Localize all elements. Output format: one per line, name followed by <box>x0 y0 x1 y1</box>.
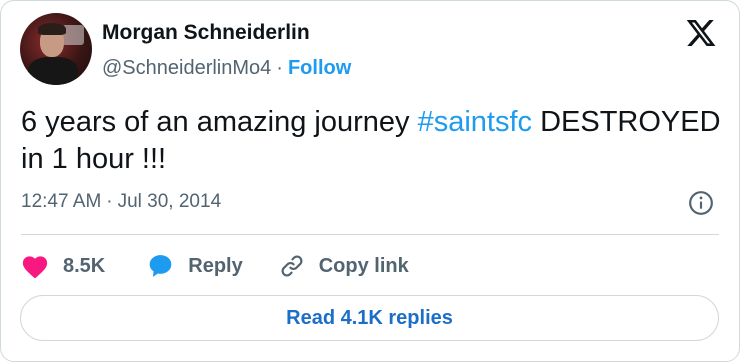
heart-icon <box>22 256 48 279</box>
link-icon <box>281 255 303 277</box>
read-replies-button[interactable]: Read 4.1K replies <box>20 295 719 341</box>
info-icon[interactable] <box>688 190 714 216</box>
avatar-hair <box>38 23 66 35</box>
author-name[interactable]: Morgan Schneiderlin <box>102 21 310 45</box>
divider <box>21 234 719 235</box>
x-logo-icon[interactable] <box>684 17 718 49</box>
avatar-body <box>28 57 78 85</box>
tweet-time: 12:47 AM <box>21 191 102 212</box>
reply-label: Reply <box>188 254 243 277</box>
like-button[interactable]: 8.5K <box>21 253 105 279</box>
avatar[interactable] <box>20 13 92 85</box>
handle-separator: · <box>276 57 283 79</box>
hashtag-link[interactable]: #saintsfc <box>418 106 532 138</box>
timestamp-separator: · <box>106 191 113 212</box>
copy-link-label: Copy link <box>318 254 409 277</box>
tweet-text-part: 6 years of an amazing journey <box>21 106 418 138</box>
tweet-timestamp[interactable]: 12:47 AM · Jul 30, 2014 <box>21 191 221 213</box>
tweet-card: Morgan Schneiderlin @SchneiderlinMo4 · Fol… <box>0 0 740 362</box>
speech-bubble-icon <box>149 255 172 277</box>
reply-button[interactable]: Reply <box>147 253 243 279</box>
author-handle[interactable]: @SchneiderlinMo4 <box>102 57 271 79</box>
like-count: 8.5K <box>63 254 106 277</box>
action-bar: 8.5K Reply Copy link <box>21 249 409 283</box>
tweet-date: Jul 30, 2014 <box>117 191 222 212</box>
tweet-text: 6 years of an amazing journey #saintsfc … <box>21 104 721 178</box>
follow-button[interactable]: Follow <box>288 57 351 79</box>
author-handle-row: @SchneiderlinMo4 · Follow <box>102 57 351 80</box>
copy-link-button[interactable]: Copy link <box>279 253 409 279</box>
